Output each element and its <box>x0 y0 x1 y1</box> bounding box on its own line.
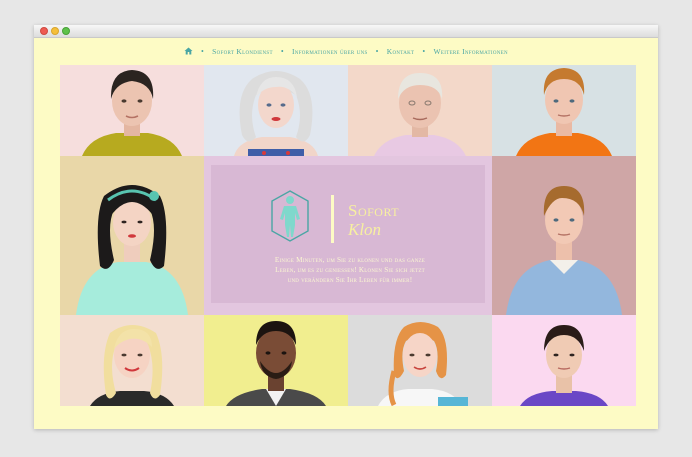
nav-item-kontakt[interactable]: Kontakt <box>387 47 415 56</box>
portrait-tile[interactable] <box>60 315 204 406</box>
portrait-tile[interactable] <box>60 65 204 156</box>
portrait-tile[interactable] <box>492 156 636 315</box>
maximize-window-button[interactable] <box>62 27 70 35</box>
portrait-woman-red-hair <box>378 322 468 406</box>
nav-item-sofort-klondienst[interactable]: Sofort Klondienst <box>212 47 273 56</box>
nav-separator: • <box>201 46 205 56</box>
portrait-man-dark-hair <box>82 70 182 156</box>
portrait-tile[interactable] <box>348 65 492 156</box>
portrait-woman-silver-wig <box>234 71 318 156</box>
brand-subtitle: Klon <box>348 220 382 239</box>
portrait-tile[interactable] <box>348 315 492 406</box>
browser-window: • Sofort Klondienst • Informationen über… <box>34 25 658 429</box>
portrait-tile[interactable] <box>492 315 636 406</box>
home-icon[interactable] <box>184 47 193 55</box>
portrait-man-dark-skin <box>226 321 326 406</box>
main-navigation: • Sofort Klondienst • Informationen über… <box>34 45 658 57</box>
portrait-older-man <box>374 73 466 156</box>
portrait-woman-black-hair <box>76 185 188 315</box>
portrait-grid: Sofort Klon Einige Minuten, um Sie zu kl… <box>60 65 636 406</box>
portrait-woman-purple <box>520 325 608 406</box>
close-window-button[interactable] <box>40 27 48 35</box>
nav-item-weitere-informationen[interactable]: Weitere Informationen <box>434 47 508 56</box>
portrait-man-blue-sweater <box>506 186 622 315</box>
portrait-tile[interactable] <box>204 315 348 406</box>
tagline-line: Leben, um es zu geniessen! Klonen Sie si… <box>275 266 425 274</box>
portrait-tile[interactable] <box>204 65 348 156</box>
tagline-line: und verändern Sie Ihr Leben für immer! <box>287 276 413 284</box>
clone-figure-icon <box>270 189 310 247</box>
hero-tagline: Einige Minuten, um Sie zu klonen und das… <box>245 255 455 285</box>
window-titlebar <box>34 25 658 38</box>
hero-panel: Sofort Klon Einige Minuten, um Sie zu kl… <box>204 156 492 315</box>
tagline-line: Einige Minuten, um Sie zu klonen und das… <box>274 256 426 264</box>
hero-divider <box>331 195 334 243</box>
minimize-window-button[interactable] <box>51 27 59 35</box>
hero-content: Sofort Klon Einige Minuten, um Sie zu kl… <box>211 165 485 303</box>
nav-separator: • <box>422 46 426 56</box>
brand-title: Sofort <box>348 201 400 220</box>
nav-separator: • <box>375 46 379 56</box>
portrait-tile[interactable] <box>492 65 636 156</box>
nav-item-informationen[interactable]: Informationen über uns <box>292 47 368 56</box>
portrait-tile[interactable] <box>60 156 204 315</box>
portrait-young-man-orange <box>516 68 612 156</box>
portrait-woman-blonde <box>90 325 174 406</box>
nav-separator: • <box>280 46 284 56</box>
